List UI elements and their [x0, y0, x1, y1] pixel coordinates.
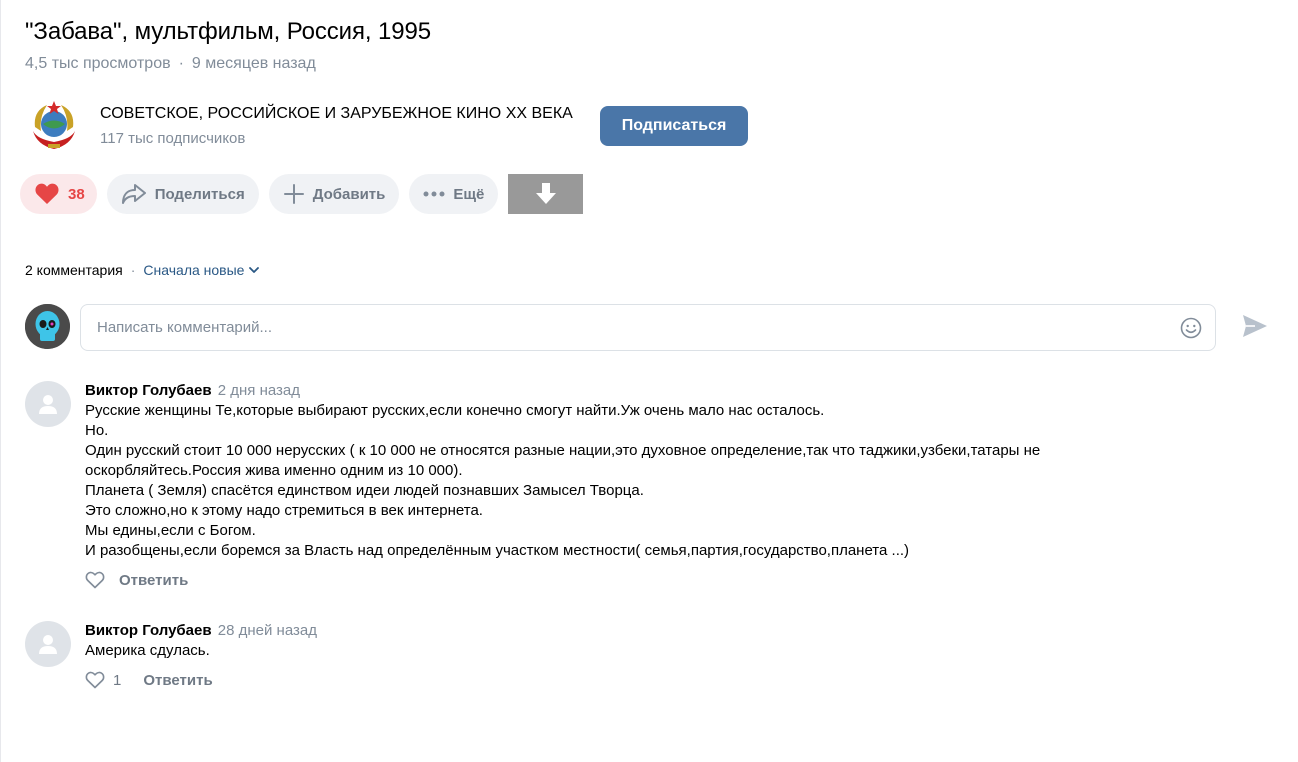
- more-button[interactable]: Ещё: [409, 174, 499, 214]
- comments-header: 2 комментария · Сначала новые: [25, 262, 260, 278]
- share-icon: [121, 184, 146, 204]
- comment-line: Русские женщины Те,которые выбирают русс…: [85, 402, 825, 419]
- share-label: Поделиться: [154, 185, 245, 203]
- comment-box: [80, 304, 1216, 351]
- channel-subscribers: 117 тыс подписчиков: [100, 130, 246, 147]
- comment-line: оскорбляйтесь.Россия жива именно одним и…: [85, 462, 463, 479]
- plus-icon: [283, 184, 304, 204]
- skull-avatar-icon: [25, 304, 70, 349]
- page-left-border: [0, 0, 1, 762]
- comment-line: Мы едины,если с Богом.: [85, 522, 256, 539]
- like-button[interactable]: 38: [20, 174, 97, 214]
- video-meta: 4,5 тыс просмотров · 9 месяцев назад: [25, 55, 316, 73]
- comment-line: Планета ( Земля) спасётся единством идеи…: [85, 482, 644, 499]
- my-avatar[interactable]: [25, 304, 70, 349]
- comment-line: Один русский стоит 10 000 нерусских ( к …: [85, 442, 1041, 459]
- comment-line: Но.: [85, 422, 109, 439]
- more-dots-icon: [423, 191, 445, 197]
- comments-count: 2 комментария: [25, 262, 123, 278]
- reply-button[interactable]: Ответить: [143, 672, 212, 689]
- comment-footer: Ответить: [85, 571, 1195, 589]
- more-label: Ещё: [453, 185, 485, 203]
- comment-date[interactable]: 2 дня назад: [218, 382, 300, 399]
- like-count: 38: [68, 185, 85, 203]
- sort-label: Сначала новые: [143, 262, 245, 278]
- channel-name[interactable]: СОВЕТСКОЕ, РОССИЙСКОЕ И ЗАРУБЕЖНОЕ КИНО …: [100, 105, 573, 123]
- comment-author[interactable]: Виктор Голубаев: [85, 382, 212, 399]
- view-count: 4,5 тыс просмотров: [25, 55, 171, 72]
- download-button[interactable]: [508, 174, 584, 214]
- video-title: "Забава", мультфильм, Россия, 1995: [25, 18, 431, 45]
- user-placeholder-icon: [39, 635, 57, 654]
- channel-logo[interactable]: [25, 97, 83, 155]
- sort-dropdown[interactable]: Сначала новые: [143, 262, 260, 278]
- subscribe-button[interactable]: Подписаться: [600, 106, 748, 146]
- comment-line: Это сложно,но к этому надо стремиться в …: [85, 502, 483, 519]
- send-icon[interactable]: [1241, 313, 1269, 339]
- avatar[interactable]: [25, 621, 71, 667]
- action-bar: 38 Поделиться Добавить Ещё: [20, 174, 584, 214]
- video-age: 9 месяцев назад: [191, 55, 316, 72]
- chevron-down-icon: [249, 267, 260, 273]
- comment-input[interactable]: [81, 305, 1161, 350]
- comment-date[interactable]: 28 дней назад: [218, 622, 317, 639]
- ussr-emblem-icon: [25, 97, 83, 155]
- comment-like-count: 1: [113, 671, 122, 689]
- add-label: Добавить: [312, 185, 386, 203]
- heart-outline-icon[interactable]: [85, 671, 105, 689]
- add-button[interactable]: Добавить: [268, 174, 400, 214]
- avatar[interactable]: [25, 381, 71, 427]
- share-button[interactable]: Поделиться: [106, 174, 259, 214]
- smile-icon[interactable]: [1179, 316, 1203, 340]
- comments-separator: ·: [130, 262, 136, 278]
- reply-button[interactable]: Ответить: [119, 572, 188, 589]
- comment-text: Русские женщины Те,которые выбирают русс…: [85, 401, 1195, 561]
- download-arrow-icon: [535, 183, 556, 204]
- heart-outline-icon[interactable]: [85, 571, 105, 589]
- heart-icon: [35, 183, 59, 204]
- meta-separator: ·: [178, 55, 184, 72]
- user-placeholder-icon: [39, 395, 57, 414]
- comment-text: Америка сдулась.: [85, 641, 1195, 661]
- comment-line: Америка сдулась.: [85, 642, 210, 659]
- comment-footer: 1 Ответить: [85, 671, 1195, 689]
- comment-author[interactable]: Виктор Голубаев: [85, 622, 212, 639]
- comment-line: И разобщены,если боремся за Власть над о…: [85, 542, 910, 559]
